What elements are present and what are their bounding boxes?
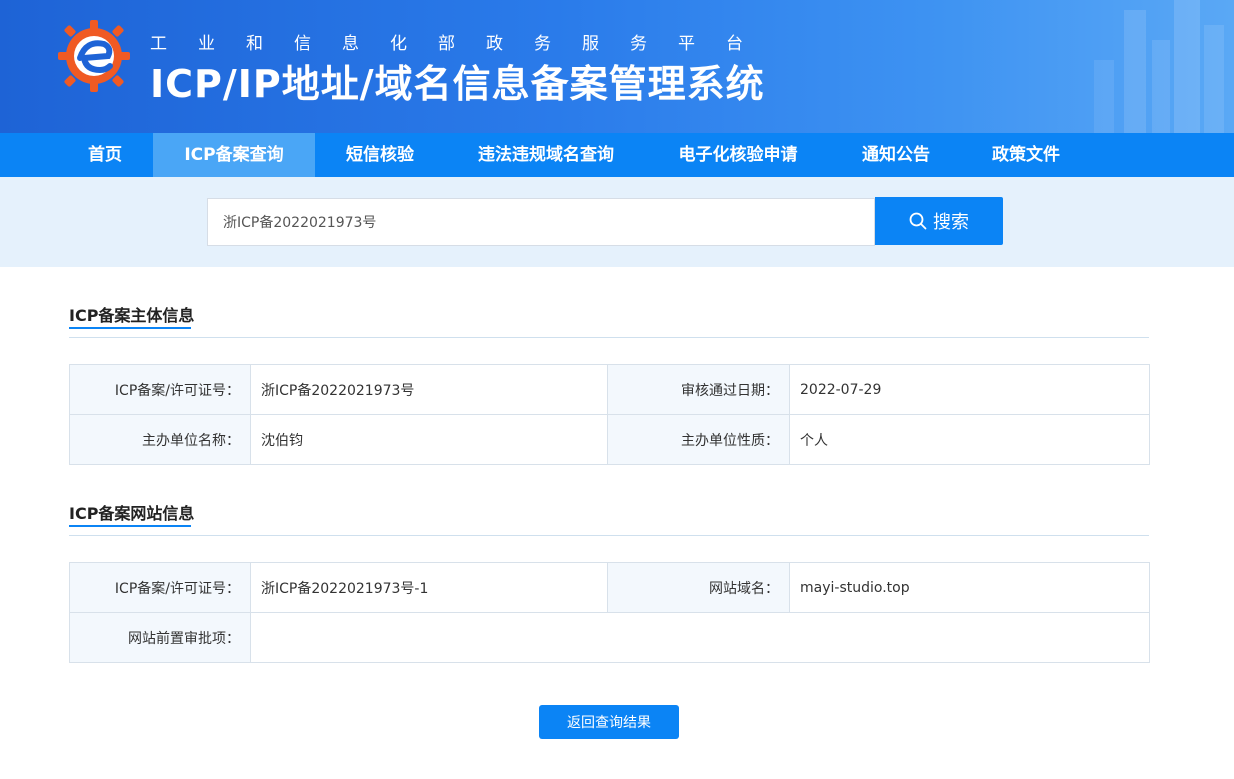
nav-item-home[interactable]: 首页 <box>70 133 140 177</box>
nav-item-notices[interactable]: 通知公告 <box>846 133 946 177</box>
system-title: ICP/IP地址/域名信息备案管理系统 <box>150 62 765 106</box>
search-zone: 搜索 <box>0 177 1234 267</box>
main-nav: 首页 ICP备案查询 短信核验 违法违规域名查询 电子化核验申请 通知公告 政策… <box>0 133 1234 177</box>
license-no-value: 浙ICP备2022021973号 <box>250 364 608 415</box>
sponsor-type-value: 个人 <box>789 414 1150 465</box>
entity-info-table: ICP备案/许可证号： 浙ICP备2022021973号 审核通过日期： 202… <box>69 364 1150 465</box>
search-button-label: 搜索 <box>933 212 969 233</box>
return-to-results-button[interactable]: 返回查询结果 <box>539 705 679 739</box>
pre-approval-label: 网站前置审批项： <box>69 612 251 663</box>
search-input[interactable] <box>207 198 875 246</box>
entity-section-rule <box>69 337 1149 338</box>
nav-item-policy-docs[interactable]: 政策文件 <box>976 133 1076 177</box>
approval-date-label: 审核通过日期： <box>607 364 790 415</box>
sponsor-name-value: 沈伯钧 <box>250 414 608 465</box>
search-button[interactable]: 搜索 <box>875 197 1003 245</box>
miit-gear-logo <box>58 20 130 92</box>
pre-approval-value <box>250 612 1150 663</box>
header-banner: 工业和信息化部政务服务平台 ICP/IP地址/域名信息备案管理系统 <box>0 0 1234 133</box>
website-info-table: ICP备案/许可证号： 浙ICP备2022021973号-1 网站域名： may… <box>69 562 1150 663</box>
website-section-underline <box>69 525 191 527</box>
entity-section-underline <box>69 327 191 329</box>
nav-item-illegal-domain-query[interactable]: 违法违规域名查询 <box>460 133 632 177</box>
platform-subtitle: 工业和信息化部政务服务平台 <box>150 34 774 54</box>
nav-item-icp-query[interactable]: ICP备案查询 <box>153 133 315 177</box>
site-domain-value: mayi-studio.top <box>789 562 1150 613</box>
site-domain-label: 网站域名： <box>607 562 790 613</box>
table-row: ICP备案/许可证号： 浙ICP备2022021973号 审核通过日期： 202… <box>69 364 1150 415</box>
website-section-rule <box>69 535 1149 536</box>
entity-section-title: ICP备案主体信息 <box>69 306 195 325</box>
license-no-label: ICP备案/许可证号： <box>69 364 251 415</box>
table-row: 主办单位名称： 沈伯钧 主办单位性质： 个人 <box>69 414 1150 465</box>
sponsor-name-label: 主办单位名称： <box>69 414 251 465</box>
site-license-no-value: 浙ICP备2022021973号-1 <box>250 562 608 613</box>
approval-date-value: 2022-07-29 <box>789 364 1150 415</box>
table-row: 网站前置审批项： <box>69 612 1150 663</box>
search-icon <box>909 212 927 230</box>
nav-item-e-verify-apply[interactable]: 电子化核验申请 <box>660 133 816 177</box>
website-section-title: ICP备案网站信息 <box>69 504 195 523</box>
city-skyline-decoration <box>1094 0 1224 133</box>
table-row: ICP备案/许可证号： 浙ICP备2022021973号-1 网站域名： may… <box>69 562 1150 613</box>
sponsor-type-label: 主办单位性质： <box>607 414 790 465</box>
site-license-no-label: ICP备案/许可证号： <box>69 562 251 613</box>
nav-item-sms-verify[interactable]: 短信核验 <box>330 133 430 177</box>
